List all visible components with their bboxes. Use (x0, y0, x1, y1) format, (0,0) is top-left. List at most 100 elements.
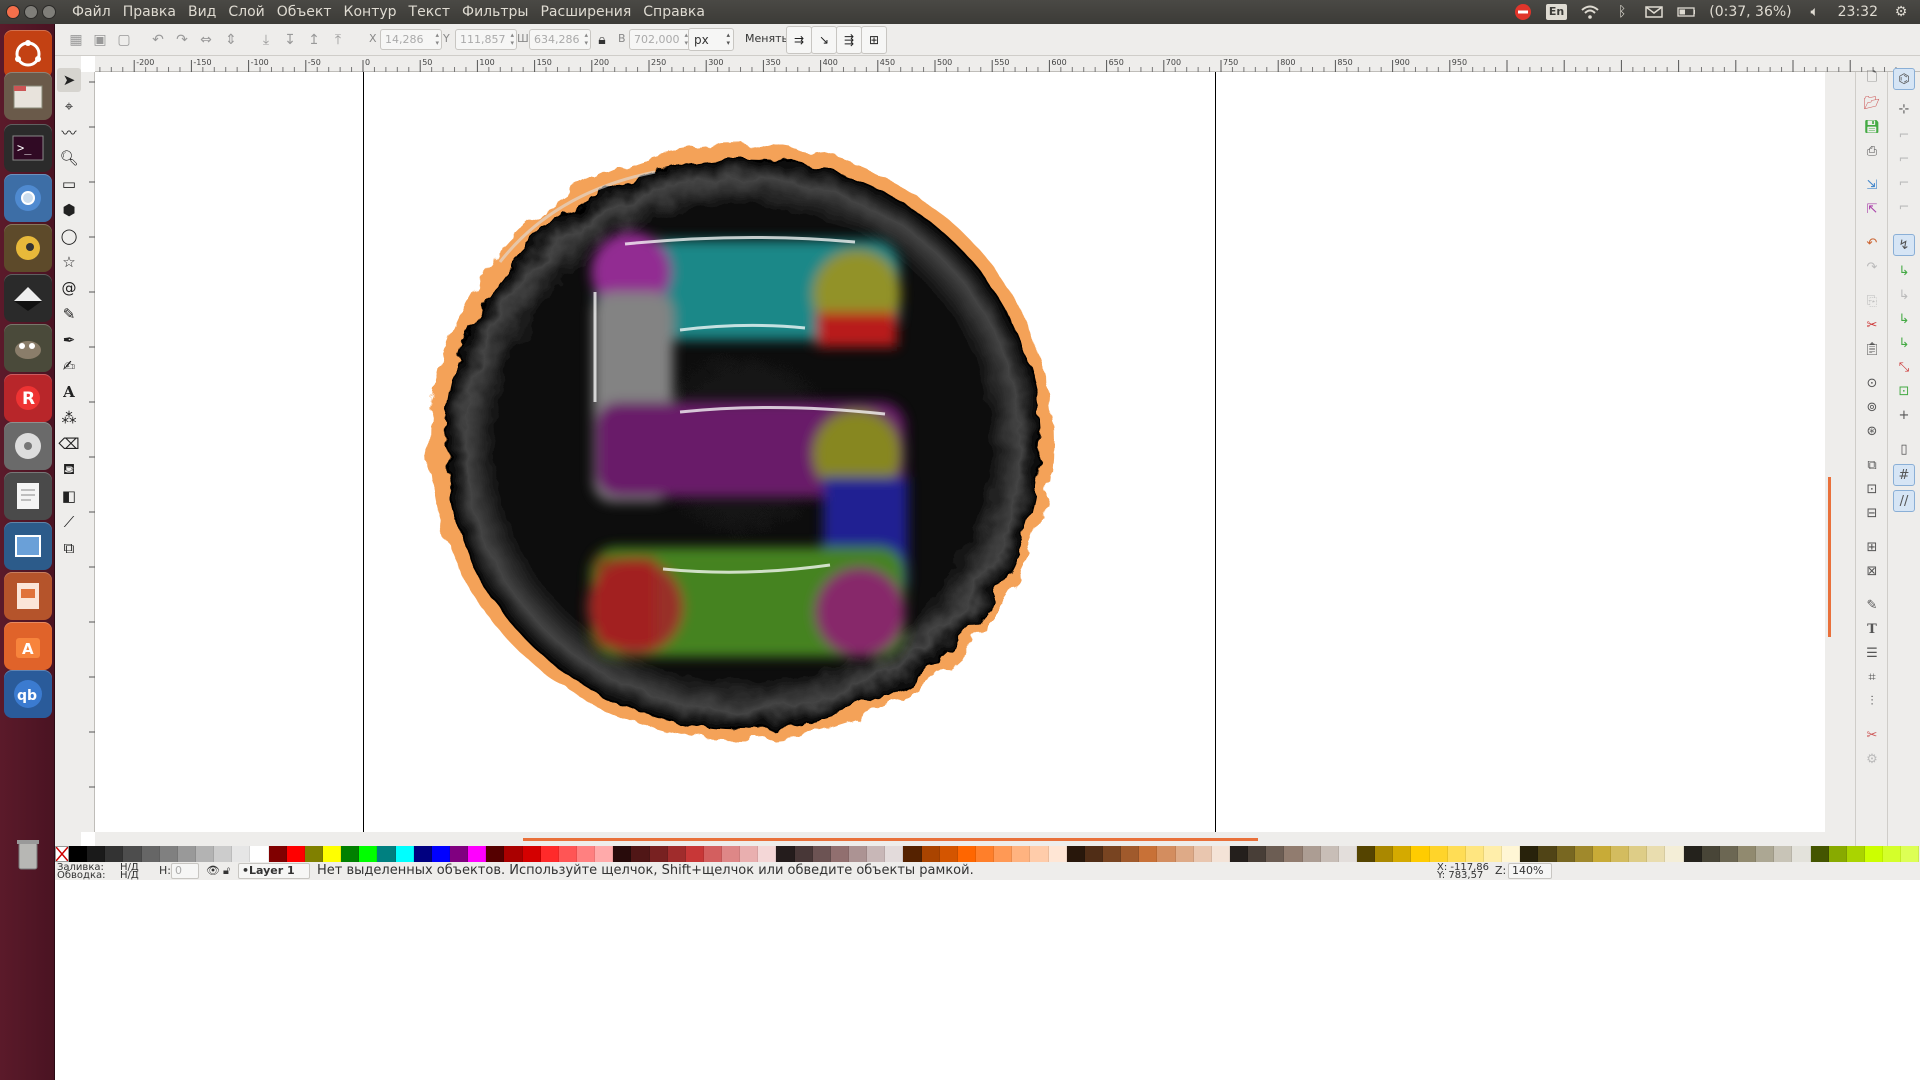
color-swatch[interactable] (359, 846, 378, 862)
color-swatch[interactable] (159, 846, 178, 862)
battery-icon[interactable] (1677, 3, 1696, 21)
color-swatch[interactable] (322, 846, 342, 862)
ellipse-tool-icon[interactable]: ◯ (57, 224, 81, 248)
y-input[interactable]: 111,857 ▴ ▾ (455, 29, 517, 50)
color-swatch[interactable] (1774, 846, 1793, 862)
rectangle-tool-icon[interactable]: ▭ (57, 172, 81, 196)
color-swatch[interactable] (1592, 846, 1611, 862)
raise-icon[interactable]: ↥ (303, 29, 325, 51)
menu-file[interactable]: Файл (66, 0, 117, 24)
menu-filters[interactable]: Фильтры (456, 0, 534, 24)
color-swatch[interactable] (1193, 846, 1212, 862)
transform-gradients-toggle[interactable]: ⇶ (836, 26, 862, 54)
color-swatch[interactable] (431, 846, 450, 862)
zoom-input[interactable]: 140% (1508, 863, 1552, 879)
raise-to-top-icon[interactable]: ⤒ (327, 29, 349, 51)
menu-layer[interactable]: Слой (222, 0, 270, 24)
vertical-scrollbar[interactable] (1825, 72, 1855, 832)
star-tool-icon[interactable]: ☆ (57, 250, 81, 274)
snap-intersections-toggle[interactable]: ↳ (1893, 284, 1915, 306)
blender-icon[interactable] (4, 224, 52, 272)
snap-guides-toggle[interactable]: // (1893, 490, 1915, 512)
color-swatch[interactable] (1356, 846, 1376, 862)
redo-icon[interactable]: ↷ (1861, 256, 1883, 278)
flip-vertical-icon[interactable]: ⇕ (220, 29, 242, 51)
color-swatch[interactable] (885, 846, 904, 862)
color-swatch[interactable] (776, 846, 795, 862)
color-swatch[interactable] (631, 846, 650, 862)
color-swatch[interactable] (1683, 846, 1702, 862)
stroke-value[interactable]: Н/Д (120, 870, 139, 882)
x-input[interactable]: 14,286 ▴ ▾ (380, 29, 442, 50)
drawing-canvas[interactable] (95, 72, 1825, 832)
color-swatch[interactable] (413, 846, 432, 862)
snap-bbox-corners-toggle[interactable]: ⌐ (1893, 148, 1915, 170)
color-swatch[interactable] (613, 846, 632, 862)
clone-icon[interactable]: ⊡ (1861, 478, 1883, 500)
snap-nodes-toggle[interactable]: ↯ (1893, 234, 1915, 256)
ungroup-icon[interactable]: ⊠ (1861, 560, 1883, 582)
zoom-selection-icon[interactable]: ⊙ (1861, 372, 1883, 394)
snap-bbox-toggle[interactable]: ⊹ (1893, 98, 1915, 120)
layer-visibility-icon[interactable]: 👁︎ (206, 862, 220, 880)
select-all-icon[interactable]: ▦ (65, 29, 87, 51)
horizontal-scroll-thumb[interactable] (523, 838, 1258, 841)
color-swatch[interactable] (1157, 846, 1176, 862)
color-swatch[interactable] (558, 846, 577, 862)
lock-proportions-icon[interactable]: 🔒︎ (591, 29, 613, 51)
color-swatch[interactable] (1411, 846, 1430, 862)
new-document-icon[interactable]: 🗋 (1861, 68, 1883, 90)
no-entry-icon[interactable] (1514, 3, 1532, 21)
color-swatch[interactable] (1719, 846, 1738, 862)
color-swatch[interactable] (1810, 846, 1829, 862)
bluetooth-icon[interactable]: ᛒ (1613, 3, 1631, 21)
color-swatch[interactable] (1792, 846, 1811, 862)
height-input[interactable]: 702,000 ▴ ▾ (629, 29, 691, 50)
color-swatch[interactable] (1846, 846, 1865, 862)
select-all-layers-icon[interactable]: ▣ (89, 29, 111, 51)
menu-object[interactable]: Объект (271, 0, 338, 24)
layers-icon[interactable]: ☰ (1861, 642, 1883, 664)
color-swatch[interactable] (667, 846, 686, 862)
snap-grid-toggle[interactable]: # (1893, 464, 1915, 486)
impress-icon[interactable] (4, 572, 52, 620)
text-font-icon[interactable]: T (1861, 618, 1883, 640)
scale-corners-toggle[interactable]: ↘ (811, 26, 837, 54)
disk-burner-icon[interactable] (4, 422, 52, 470)
import-icon[interactable]: ⇲ (1861, 174, 1883, 196)
color-swatch[interactable] (1556, 846, 1575, 862)
color-swatch[interactable] (1737, 846, 1757, 862)
color-swatch[interactable] (1211, 846, 1230, 862)
color-swatch[interactable] (1756, 846, 1775, 862)
fill-stroke-icon[interactable]: ✎ (1861, 594, 1883, 616)
color-swatch[interactable] (1030, 846, 1049, 862)
group-icon[interactable]: ⊞ (1861, 536, 1883, 558)
color-swatch[interactable] (141, 846, 160, 862)
color-swatch[interactable] (1248, 846, 1267, 862)
maximize-window-button[interactable] (42, 5, 56, 19)
spray-tool-icon[interactable]: ⁂ (57, 406, 81, 430)
color-swatch[interactable] (304, 846, 323, 862)
color-swatch[interactable] (1574, 846, 1593, 862)
color-swatch[interactable] (1864, 846, 1884, 862)
color-swatch[interactable] (830, 846, 850, 862)
keyboard-layout-indicator[interactable]: En (1545, 4, 1568, 20)
artwork[interactable] (95, 72, 1825, 832)
spiral-tool-icon[interactable]: @ (57, 276, 81, 300)
tweak-tool-icon[interactable]: 〰 (57, 120, 81, 144)
zoom-drawing-icon[interactable]: ⊚ (1861, 396, 1883, 418)
color-swatch[interactable] (921, 846, 940, 862)
color-swatch[interactable] (957, 846, 977, 862)
color-swatch[interactable] (195, 846, 215, 862)
clock[interactable]: 23:32 (1838, 4, 1878, 20)
lower-to-bottom-icon[interactable]: ⤓ (255, 29, 277, 51)
gimp-icon[interactable] (4, 324, 52, 372)
color-swatch[interactable] (1175, 846, 1194, 862)
document-properties-icon[interactable]: ⚙ (1861, 748, 1883, 770)
color-swatch[interactable] (1139, 846, 1158, 862)
terminal-icon[interactable]: >_ (4, 124, 52, 172)
zoom-page-icon[interactable]: ⊛ (1861, 420, 1883, 442)
rotate-ccw-icon[interactable]: ↶ (147, 29, 169, 51)
unlink-clone-icon[interactable]: ⊟ (1861, 502, 1883, 524)
eraser-tool-icon[interactable]: ⌫ (57, 432, 81, 456)
